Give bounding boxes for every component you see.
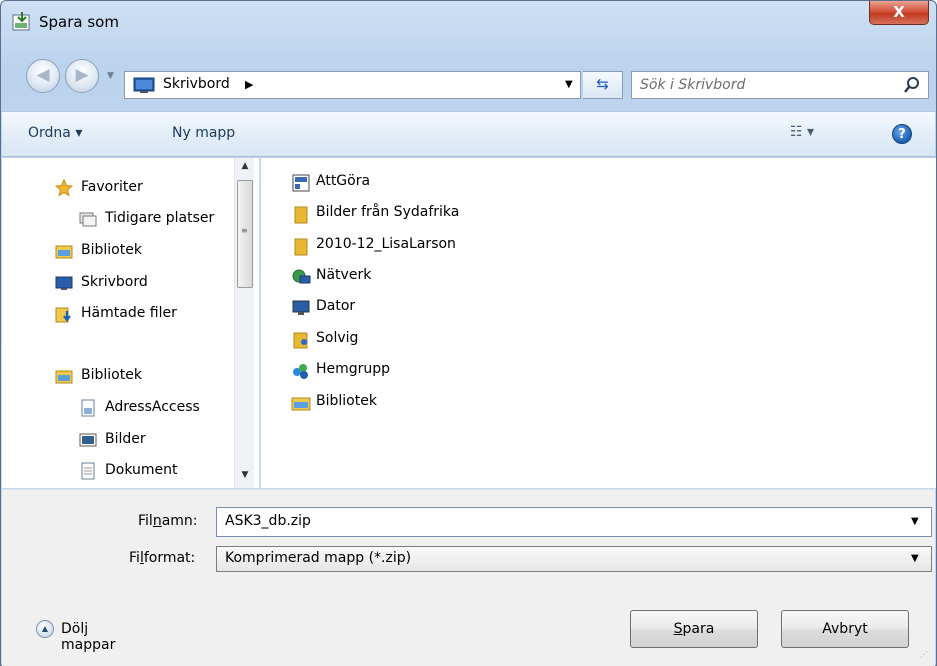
network-icon: [292, 269, 311, 284]
back-button[interactable]: ◀: [26, 59, 60, 93]
save-as-dialog: Spara som X ◀ ▶ ▼ Skrivbord ▶ ▼ ⇆ Ordna …: [0, 0, 937, 666]
folder-icon: [294, 206, 308, 224]
recent-places-icon: [79, 212, 97, 227]
filename-label: Filnamn:: [138, 513, 198, 529]
help-button[interactable]: ?: [892, 124, 912, 144]
desktop-icon: [55, 276, 73, 290]
label-text: Fi: [129, 550, 140, 566]
file-label: AttGöra: [316, 173, 371, 189]
label-text: format:: [143, 550, 196, 566]
file-label: 2010-12_LisaLarson: [316, 236, 456, 252]
star-icon: [55, 179, 73, 197]
nav-label: Tidigare platser: [105, 210, 215, 226]
organize-menu[interactable]: Ordna ▾: [28, 125, 82, 141]
new-folder-button[interactable]: Ny mapp: [172, 125, 235, 141]
file-label: Hemgrupp: [316, 361, 391, 377]
title-bar: Spara som X: [1, 1, 936, 41]
file-label: Bibliotek: [316, 393, 377, 409]
label-text: Fil: [138, 513, 153, 529]
arrow-right-icon: ▶: [75, 65, 89, 85]
chevron-down-icon[interactable]: ▼: [911, 553, 919, 564]
document-icon: [81, 399, 95, 417]
access-key: n: [152, 513, 162, 529]
folder-icon: [294, 238, 308, 256]
search-input[interactable]: [638, 75, 888, 95]
pictures-icon: [79, 433, 97, 447]
filetype-value: Komprimerad mapp (*.zip): [225, 550, 412, 566]
nav-label: Hämtade filer: [81, 305, 177, 321]
library-icon: [55, 245, 73, 259]
chevron-up-icon: ▲: [36, 620, 54, 638]
file-list: AttGöra Bilder från Sydafrika 2010-12_Li…: [261, 158, 936, 488]
nav-label: Bilder: [105, 431, 146, 447]
documents-icon: [81, 462, 95, 480]
nav-label: Skrivbord: [81, 274, 148, 290]
refresh-icon: ⇆: [596, 75, 609, 93]
save-form: Filnamn: ASK3_db.zip ▼ Filformat: Kompri…: [2, 489, 935, 666]
file-label: Nätverk: [316, 267, 372, 283]
views-button[interactable]: ☷ ▾: [790, 124, 814, 140]
breadcrumb-skrivbord[interactable]: Skrivbord: [163, 76, 230, 92]
nav-label: Bibliotek: [81, 242, 142, 258]
navigation-pane: Favoriter Tidigare platser Bibliotek Skr…: [2, 158, 260, 488]
arrow-left-icon: ◀: [36, 65, 50, 85]
hide-folders-label: Dölj mappar: [61, 621, 116, 653]
close-icon: X: [893, 3, 905, 21]
search-icon[interactable]: [902, 75, 922, 95]
nav-label: Dokument: [105, 462, 178, 478]
filetype-label: Filformat:: [129, 550, 195, 566]
save-button[interactable]: Spara: [630, 610, 758, 648]
library-icon: [291, 397, 311, 411]
file-label: Bilder från Sydafrika: [316, 204, 460, 220]
library-icon: [55, 370, 73, 384]
shortcut-icon: [292, 174, 310, 192]
filename-field[interactable]: ASK3_db.zip ▼: [216, 507, 932, 537]
resize-grip-icon[interactable]: ⋰: [920, 650, 928, 659]
access-key: S: [673, 621, 683, 637]
downloads-icon: [55, 307, 71, 323]
grip-icon: ≡: [241, 226, 248, 235]
user-folder-icon: [293, 332, 308, 349]
chevron-down-icon[interactable]: ▼: [911, 516, 919, 527]
label-text: amn:: [161, 513, 198, 529]
homegroup-icon: [293, 364, 308, 379]
nav-label: Favoriter: [81, 179, 143, 195]
address-bar[interactable]: Skrivbord ▶ ▼: [124, 71, 581, 99]
scroll-down-icon[interactable]: ▼: [235, 470, 255, 488]
forward-button[interactable]: ▶: [65, 59, 99, 93]
close-button[interactable]: X: [869, 1, 929, 25]
recent-pages-dropdown[interactable]: ▼: [107, 71, 114, 81]
search-box: [631, 71, 929, 99]
window-title: Spara som: [39, 13, 119, 31]
scroll-up-icon[interactable]: ▲: [235, 161, 255, 179]
help-icon: ?: [898, 127, 906, 142]
command-toolbar: Ordna ▾ Ny mapp ☷ ▾ ?: [2, 111, 935, 157]
scroll-thumb[interactable]: ≡: [237, 180, 253, 288]
filetype-select[interactable]: Komprimerad mapp (*.zip) ▼: [216, 546, 932, 572]
computer-icon: [292, 300, 310, 315]
button-label: para: [682, 621, 715, 637]
save-icon: [12, 12, 30, 31]
filename-value[interactable]: ASK3_db.zip: [225, 513, 311, 529]
refresh-button[interactable]: ⇆: [583, 71, 623, 99]
desktop-icon: [133, 77, 155, 93]
address-dropdown-icon[interactable]: ▼: [565, 79, 573, 90]
nav-scrollbar[interactable]: ▲ ≡ ▼: [234, 158, 254, 488]
file-label: Dator: [316, 298, 356, 314]
nav-label: Bibliotek: [81, 367, 142, 383]
file-label: Solvig: [316, 330, 359, 346]
cancel-button[interactable]: Avbryt: [781, 610, 909, 648]
nav-label: AdressAccess: [105, 399, 200, 415]
breadcrumb-chevron-icon[interactable]: ▶: [245, 78, 253, 91]
